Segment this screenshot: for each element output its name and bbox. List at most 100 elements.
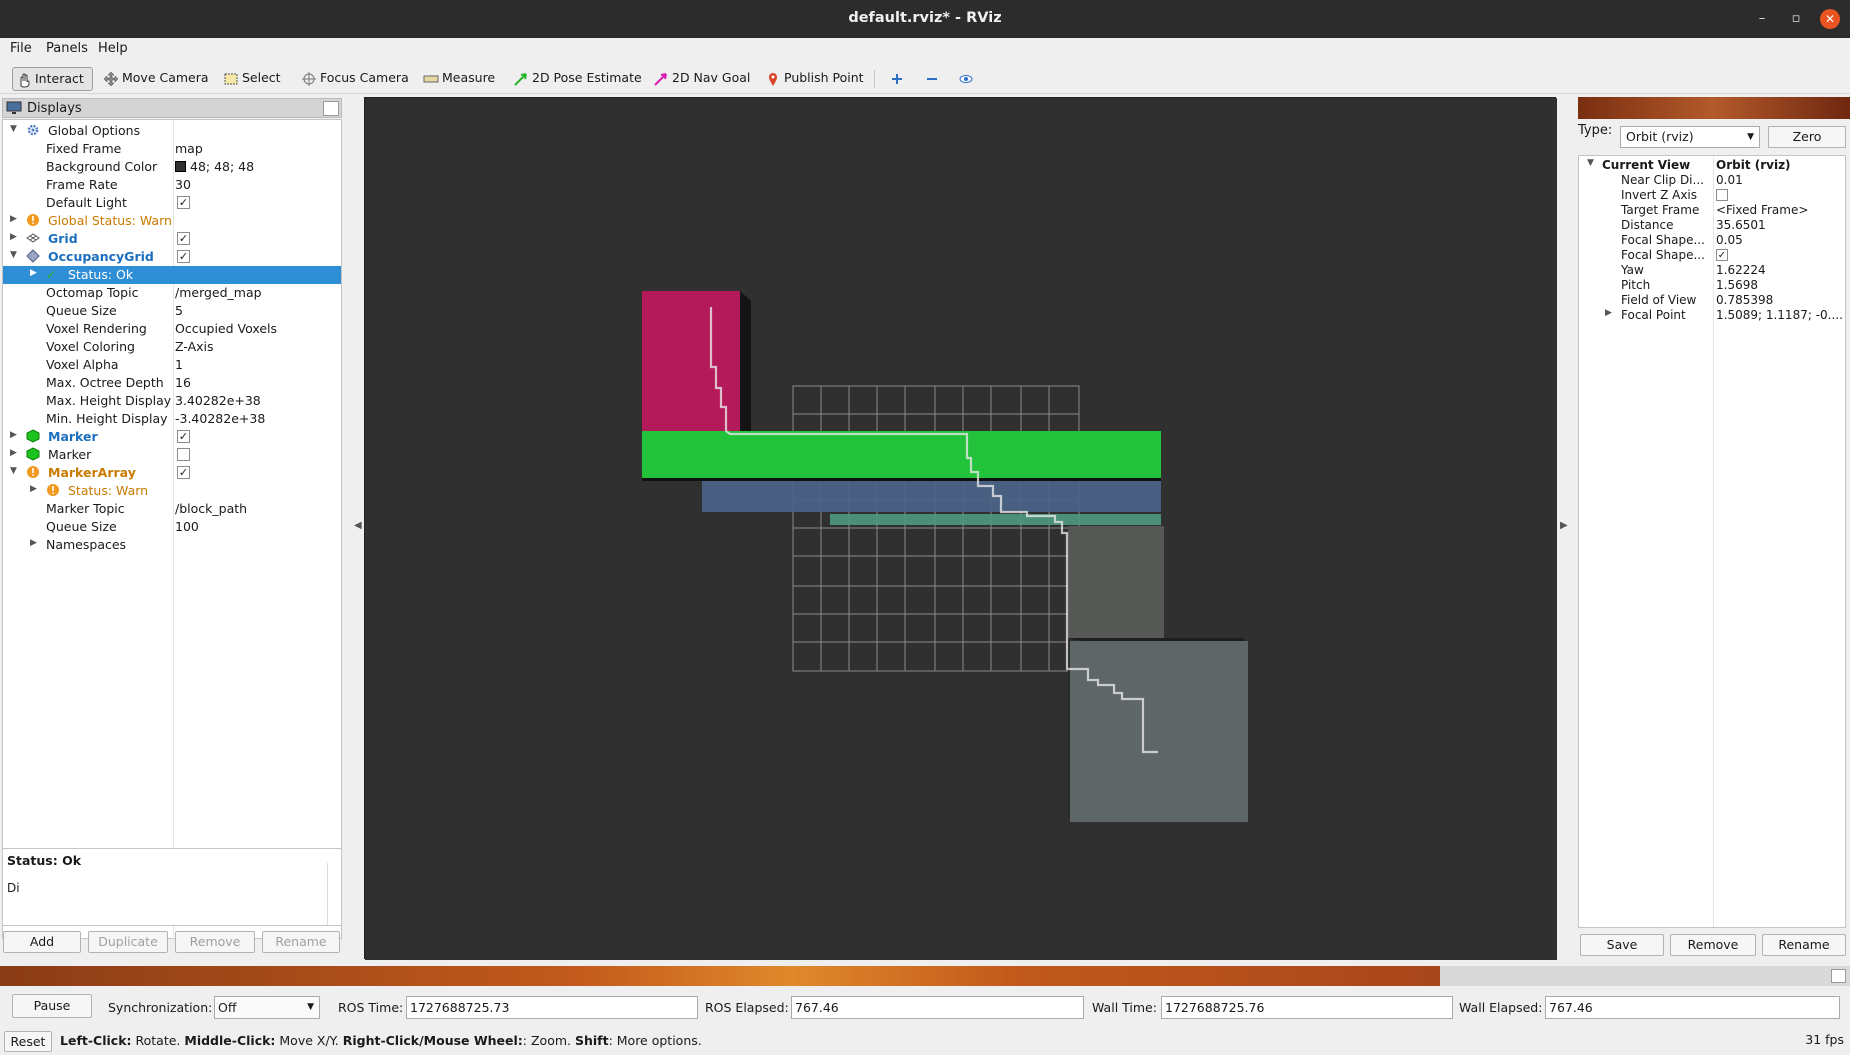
- remove-tool-button[interactable]: [924, 67, 942, 91]
- view-type-select[interactable]: Orbit (rviz) ▼: [1620, 126, 1760, 148]
- duplicate-button[interactable]: Duplicate: [88, 931, 168, 953]
- remove-button[interactable]: Remove: [175, 931, 255, 953]
- checkbox[interactable]: ✓: [1716, 249, 1728, 261]
- expand-arrow-icon[interactable]: ▼: [10, 124, 17, 134]
- row-value[interactable]: 1.5089; 1.1187; -0....: [1716, 308, 1843, 322]
- tree-row[interactable]: ▶ Marker: [3, 446, 341, 464]
- row-value[interactable]: 3.40282e+38: [175, 393, 261, 408]
- tree-row[interactable]: Frame Rate 30: [3, 176, 341, 194]
- restore-icon[interactable]: ▫: [1786, 9, 1806, 29]
- view-row[interactable]: Field of View 0.785398: [1579, 293, 1845, 308]
- tool-measure[interactable]: Measure: [420, 67, 495, 91]
- tool-2d-nav-goal[interactable]: 2D Nav Goal: [650, 67, 750, 91]
- row-value[interactable]: 16: [175, 375, 191, 390]
- expand-arrow-icon[interactable]: ▶: [1605, 308, 1612, 318]
- tree-row[interactable]: Background Color 48; 48; 48: [3, 158, 341, 176]
- checkbox[interactable]: ✓: [177, 466, 190, 479]
- scene-canvas[interactable]: [365, 98, 1557, 960]
- render-viewport[interactable]: [364, 97, 1557, 960]
- status-scrollbar[interactable]: [327, 863, 341, 925]
- tool-focus-camera[interactable]: Focus Camera: [298, 67, 409, 91]
- ros-elapsed-field[interactable]: 767.46: [791, 996, 1084, 1019]
- tree-row[interactable]: Default Light ✓: [3, 194, 341, 212]
- view-row[interactable]: Focal Shape... ✓: [1579, 248, 1845, 263]
- view-row[interactable]: Pitch 1.5698: [1579, 278, 1845, 293]
- checkbox[interactable]: ✓: [177, 232, 190, 245]
- expand-arrow-icon[interactable]: ▶: [10, 232, 17, 242]
- tree-row[interactable]: Marker Topic/block_path: [3, 500, 341, 518]
- checkbox[interactable]: [177, 448, 190, 461]
- tree-row[interactable]: Max. Octree Depth 16: [3, 374, 341, 392]
- tool-2d-pose-estimate[interactable]: 2D Pose Estimate: [510, 67, 642, 91]
- view-row[interactable]: Target Frame <Fixed Frame>: [1579, 203, 1845, 218]
- row-value[interactable]: 1.62224: [1716, 263, 1766, 277]
- tree-row[interactable]: ▶ Namespaces: [3, 536, 341, 554]
- row-value[interactable]: map: [175, 141, 203, 156]
- checkbox[interactable]: ✓: [177, 250, 190, 263]
- save-view-button[interactable]: Save: [1580, 934, 1664, 956]
- tree-row[interactable]: Queue Size 100: [3, 518, 341, 536]
- row-value[interactable]: 48; 48; 48: [175, 159, 254, 174]
- tree-row[interactable]: Queue Size 5: [3, 302, 341, 320]
- left-splitter-arrow-icon[interactable]: ◀: [354, 520, 362, 531]
- add-tool-button[interactable]: [889, 67, 905, 91]
- close-icon[interactable]: ✕: [1820, 9, 1840, 29]
- expand-arrow-icon[interactable]: ▶: [30, 484, 37, 494]
- expand-arrow-icon[interactable]: ▶: [30, 268, 37, 278]
- wall-time-field[interactable]: 1727688725.76: [1161, 996, 1453, 1019]
- expand-arrow-icon[interactable]: ▶: [10, 430, 17, 440]
- row-value[interactable]: Occupied Voxels: [175, 321, 277, 336]
- row-value[interactable]: /block_path: [175, 501, 247, 516]
- menu-file[interactable]: File: [10, 41, 32, 56]
- tool-publish-point[interactable]: Publish Point: [762, 67, 864, 91]
- tree-row[interactable]: ▼ OccupancyGrid ✓: [3, 248, 341, 266]
- tree-row[interactable]: Fixed Frame map: [3, 140, 341, 158]
- checkbox[interactable]: [1716, 189, 1728, 201]
- zero-button[interactable]: Zero: [1768, 126, 1846, 148]
- add-button[interactable]: Add: [3, 931, 81, 953]
- checkbox[interactable]: ✓: [177, 430, 190, 443]
- row-value[interactable]: 0.01: [1716, 173, 1743, 187]
- row-value[interactable]: 30: [175, 177, 191, 192]
- menu-panels[interactable]: Panels: [46, 41, 88, 56]
- float-panel-button[interactable]: [1831, 969, 1846, 983]
- minimize-icon[interactable]: –: [1752, 9, 1772, 29]
- expand-arrow-icon[interactable]: ▶: [30, 538, 37, 548]
- tree-row[interactable]: Min. Height Display -3.40282e+38: [3, 410, 341, 428]
- expand-arrow-icon[interactable]: ▼: [1587, 158, 1594, 168]
- row-value[interactable]: 100: [175, 519, 199, 534]
- views-tree[interactable]: ▼ Current View Orbit (rviz) Near Clip Di..…: [1578, 155, 1846, 928]
- view-row[interactable]: Yaw 1.62224: [1579, 263, 1845, 278]
- row-value[interactable]: 1.5698: [1716, 278, 1758, 292]
- tree-row[interactable]: Max. Height Display 3.40282e+38: [3, 392, 341, 410]
- tree-row[interactable]: Octomap Topic/merged_map: [3, 284, 341, 302]
- row-value[interactable]: 1: [175, 357, 183, 372]
- tree-row[interactable]: ▶ Global Status: Warn: [3, 212, 341, 230]
- tree-row[interactable]: Voxel Coloring Z-Axis: [3, 338, 341, 356]
- expand-arrow-icon[interactable]: ▶: [10, 448, 17, 458]
- tool-select[interactable]: Select: [220, 67, 281, 91]
- ros-time-field[interactable]: 1727688725.73: [406, 996, 698, 1019]
- tree-row[interactable]: ▶ Status: Warn: [3, 482, 341, 500]
- row-value[interactable]: 0.05: [1716, 233, 1743, 247]
- pause-button[interactable]: Pause: [12, 994, 92, 1018]
- tree-row-selected[interactable]: ▶ ✓ Status: Ok: [3, 266, 341, 284]
- view-row[interactable]: Focal Shape... 0.05: [1579, 233, 1845, 248]
- view-row[interactable]: ▶ Focal Point 1.5089; 1.1187; -0....: [1579, 308, 1845, 323]
- row-value[interactable]: /merged_map: [175, 285, 262, 300]
- right-splitter-arrow-icon[interactable]: ▶: [1560, 520, 1568, 531]
- checkbox[interactable]: ✓: [177, 196, 190, 209]
- expand-arrow-icon[interactable]: ▼: [10, 250, 17, 260]
- reset-button[interactable]: Reset: [4, 1031, 52, 1052]
- row-value[interactable]: 35.6501: [1716, 218, 1766, 232]
- row-value[interactable]: <Fixed Frame>: [1716, 203, 1808, 217]
- rename-button[interactable]: Rename: [262, 931, 340, 953]
- sync-select[interactable]: Off ▼: [214, 996, 320, 1019]
- tree-row[interactable]: ▶ Grid ✓: [3, 230, 341, 248]
- tree-row[interactable]: Voxel Alpha 1: [3, 356, 341, 374]
- expand-arrow-icon[interactable]: ▼: [10, 466, 17, 476]
- float-panel-button[interactable]: [323, 101, 339, 116]
- view-row[interactable]: Invert Z Axis: [1579, 188, 1845, 203]
- tool-properties-button[interactable]: [958, 67, 976, 91]
- tree-row[interactable]: ▶ Marker ✓: [3, 428, 341, 446]
